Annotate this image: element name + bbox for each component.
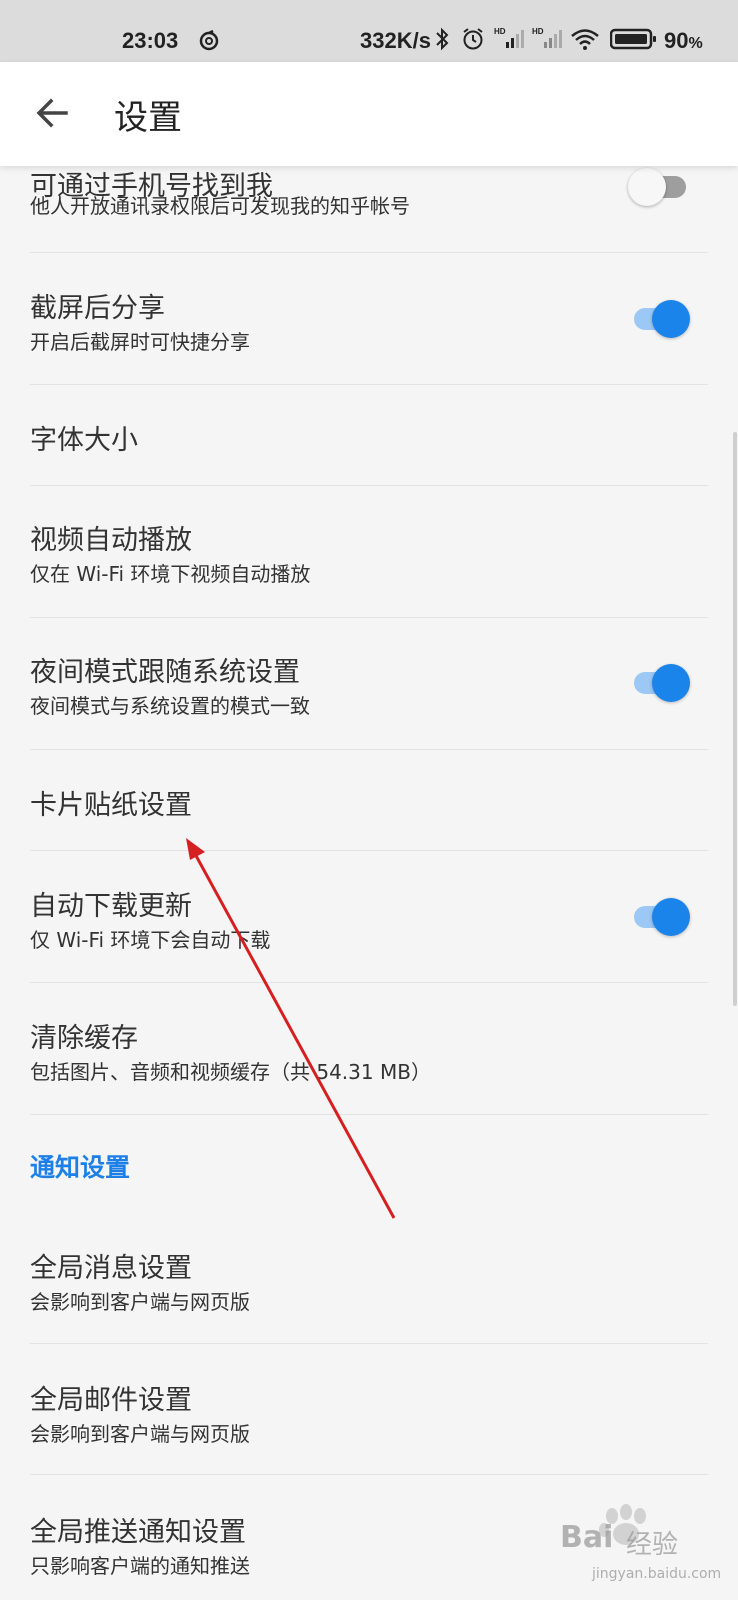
setting-title: 夜间模式跟随系统设置	[30, 657, 300, 688]
setting-title: 全局推送通知设置	[30, 1517, 246, 1548]
status-bar: 23:03 332K/s HD HD 90%	[0, 0, 738, 62]
setting-title: 卡片贴纸设置	[30, 790, 192, 821]
alarm-icon	[463, 28, 483, 50]
divider	[30, 1474, 708, 1475]
toggle-knob	[628, 168, 666, 206]
setting-title: 字体大小	[30, 425, 138, 456]
setting-row-share-after-screenshot[interactable]: 截屏后分享 开启后截屏时可快捷分享	[30, 286, 708, 356]
toggle-knob	[652, 664, 690, 702]
setting-row-clear-cache[interactable]: 清除缓存 包括图片、音频和视频缓存（共 54.31 MB）	[30, 1016, 708, 1086]
setting-subtitle: 包括图片、音频和视频缓存（共 54.31 MB）	[30, 1060, 431, 1084]
wifi-icon	[571, 29, 599, 50]
signal-hd-icon: HD	[532, 27, 562, 48]
status-net-speed: 332K/s	[360, 28, 431, 53]
setting-row-global-message[interactable]: 全局消息设置 会影响到客户端与网页版	[30, 1246, 708, 1316]
app-bar: 设置	[0, 62, 738, 166]
battery-value: 90	[664, 28, 689, 53]
setting-subtitle: 会影响到客户端与网页版	[30, 1290, 250, 1314]
setting-row-video-autoplay[interactable]: 视频自动播放 仅在 Wi-Fi 环境下视频自动播放	[30, 518, 708, 588]
setting-subtitle: 仅 Wi-Fi 环境下会自动下载	[30, 928, 271, 952]
divider	[30, 1343, 708, 1344]
setting-row-font-size[interactable]: 字体大小	[30, 418, 708, 458]
toggle-night-mode[interactable]	[628, 662, 690, 702]
watermark-url: jingyan.baidu.com	[592, 1566, 722, 1582]
setting-title: 截屏后分享	[30, 293, 165, 324]
setting-row-find-by-phone[interactable]: 可通过手机号找到我 他人开放通讯录权限后可发现我的知乎帐号	[30, 160, 708, 248]
arrow-left-icon[interactable]	[34, 94, 72, 132]
setting-row-auto-update[interactable]: 自动下载更新 仅 Wi-Fi 环境下会自动下载	[30, 884, 708, 954]
netease-music-icon	[199, 29, 219, 51]
toggle-find-by-phone[interactable]	[628, 166, 690, 206]
setting-row-night-mode[interactable]: 夜间模式跟随系统设置 夜间模式与系统设置的模式一致	[30, 650, 708, 720]
divider	[30, 617, 708, 618]
settings-list: 可通过手机号找到我 他人开放通讯录权限后可发现我的知乎帐号 截屏后分享 开启后截…	[0, 0, 738, 1600]
battery-unit: %	[688, 35, 703, 52]
signal-hd-icon: HD	[494, 27, 524, 48]
divider	[30, 252, 708, 253]
divider	[30, 384, 708, 385]
page-title: 设置	[114, 98, 182, 138]
battery-level: 90%	[664, 28, 703, 54]
divider	[30, 1114, 708, 1115]
section-header-notifications: 通知设置	[30, 1153, 131, 1182]
watermark-brand: Bai	[560, 1520, 614, 1555]
divider	[30, 982, 708, 983]
setting-title: 自动下载更新	[30, 891, 192, 922]
divider	[30, 485, 708, 486]
divider	[30, 749, 708, 750]
setting-row-global-email[interactable]: 全局邮件设置 会影响到客户端与网页版	[30, 1378, 708, 1448]
toggle-knob	[652, 898, 690, 936]
setting-subtitle: 开启后截屏时可快捷分享	[30, 330, 250, 354]
setting-title: 全局消息设置	[30, 1253, 192, 1284]
svg-text:HD: HD	[532, 27, 544, 36]
setting-subtitle: 夜间模式与系统设置的模式一致	[30, 694, 310, 718]
scrollbar[interactable]	[733, 432, 737, 1006]
setting-title: 清除缓存	[30, 1023, 138, 1054]
divider	[30, 850, 708, 851]
bluetooth-icon	[436, 27, 449, 51]
setting-row-card-sticker[interactable]: 卡片贴纸设置	[30, 783, 708, 823]
setting-title: 视频自动播放	[30, 525, 192, 556]
setting-subtitle: 只影响客户端的通知推送	[30, 1554, 250, 1578]
setting-subtitle: 他人开放通讯录权限后可发现我的知乎帐号	[30, 194, 410, 218]
svg-text:HD: HD	[494, 27, 506, 36]
watermark-brand-jingyan: 经验	[626, 1530, 679, 1560]
setting-subtitle: 仅在 Wi-Fi 环境下视频自动播放	[30, 562, 311, 586]
status-time: 23:03	[122, 28, 179, 53]
setting-title: 全局邮件设置	[30, 1385, 192, 1416]
toggle-share-after-screenshot[interactable]	[628, 298, 690, 338]
setting-subtitle: 会影响到客户端与网页版	[30, 1422, 250, 1446]
toggle-knob	[652, 300, 690, 338]
battery-icon	[610, 28, 656, 50]
toggle-auto-update[interactable]	[628, 896, 690, 936]
